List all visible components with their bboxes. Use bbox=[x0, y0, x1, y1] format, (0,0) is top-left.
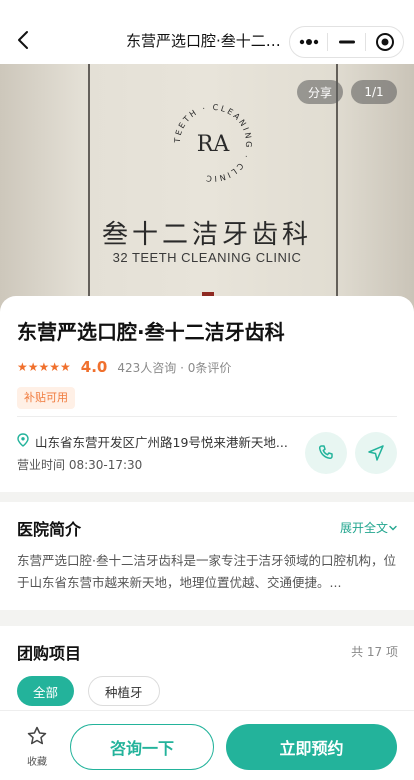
navigation-arrow-icon bbox=[368, 445, 384, 461]
favorite-button[interactable]: 收藏 bbox=[18, 725, 56, 768]
page-title: 东营严选口腔·叁十二洁牙齿科 bbox=[126, 32, 286, 50]
image-counter: 1/1 bbox=[351, 80, 397, 104]
consult-review-count: 423人咨询 · 0条评价 bbox=[117, 360, 232, 375]
clinic-hero-image[interactable]: TEETH · CLEANING · CLINIC RA 叁十二洁牙齿科 32 … bbox=[0, 64, 414, 312]
book-now-button[interactable]: 立即预约 bbox=[226, 724, 397, 770]
address-text: 山东省东营开发区广州路19号悦来港新天地... bbox=[35, 435, 288, 450]
call-button[interactable] bbox=[305, 432, 347, 474]
share-button[interactable]: 分享 bbox=[297, 80, 343, 104]
rating-stars: ★★★★★ bbox=[17, 360, 71, 374]
business-hours: 营业时间 08:30-17:30 bbox=[17, 458, 143, 472]
mini-program-capsule bbox=[289, 26, 404, 58]
expand-label: 展开全文 bbox=[339, 521, 388, 535]
top-nav-bar: 东营严选口腔·叁十二洁牙齿科 bbox=[0, 0, 414, 64]
divider bbox=[17, 416, 397, 417]
chevron-down-icon bbox=[389, 525, 397, 530]
chip-dental-implant[interactable]: 种植牙 bbox=[88, 676, 160, 706]
hero-frame-line bbox=[88, 64, 90, 312]
bottom-action-bar: 收藏 咨询一下 立即预约 bbox=[0, 710, 414, 780]
clinic-name: 东营严选口腔·叁十二洁牙齿科 bbox=[17, 320, 285, 344]
star-outline-icon bbox=[27, 726, 47, 745]
rating-row: ★★★★★ 4.0 423人咨询 · 0条评价 bbox=[17, 357, 397, 377]
clinic-address[interactable]: 山东省东营开发区广州路19号悦来港新天地... bbox=[17, 432, 297, 451]
group-buy-count: 共 17 项 bbox=[351, 645, 398, 659]
expand-full-text-link[interactable]: 展开全文 bbox=[340, 519, 398, 536]
chevron-left-icon[interactable] bbox=[12, 28, 36, 52]
navigate-button[interactable] bbox=[355, 432, 397, 474]
intro-text: 东营严选口腔·叁十二洁牙齿科是一家专注于洁牙领域的口腔机构，位于山东省东营市越来… bbox=[17, 553, 396, 590]
minus-icon[interactable] bbox=[328, 27, 365, 57]
target-circle-icon[interactable] bbox=[366, 27, 403, 57]
phone-icon bbox=[318, 445, 333, 460]
clinic-logo: TEETH · CLEANING · CLINIC RA bbox=[168, 98, 258, 188]
clinic-info-card: 东营严选口腔·叁十二洁牙齿科 ★★★★★ 4.0 423人咨询 · 0条评价 补… bbox=[0, 296, 414, 492]
hospital-intro-section: 医院简介 展开全文 东营严选口腔·叁十二洁牙齿科是一家专注于洁牙领域的口腔机构，… bbox=[0, 502, 414, 610]
hero-clinic-name-en: 32 TEETH CLEANING CLINIC bbox=[112, 250, 302, 265]
location-pin-icon bbox=[17, 433, 31, 450]
consult-button[interactable]: 咨询一下 bbox=[70, 724, 214, 770]
group-buy-title: 团购项目 bbox=[17, 644, 82, 663]
hero-clinic-name-cn: 叁十二洁牙齿科 bbox=[101, 220, 312, 250]
more-dots-icon[interactable] bbox=[290, 27, 327, 57]
favorite-label: 收藏 bbox=[27, 757, 47, 768]
category-chips: 全部 种植牙 bbox=[17, 676, 397, 706]
rating-score: 4.0 bbox=[80, 358, 108, 376]
subsidy-tag: 补贴可用 bbox=[17, 387, 75, 409]
logo-mark: RA bbox=[197, 132, 231, 157]
chip-all[interactable]: 全部 bbox=[17, 676, 75, 706]
